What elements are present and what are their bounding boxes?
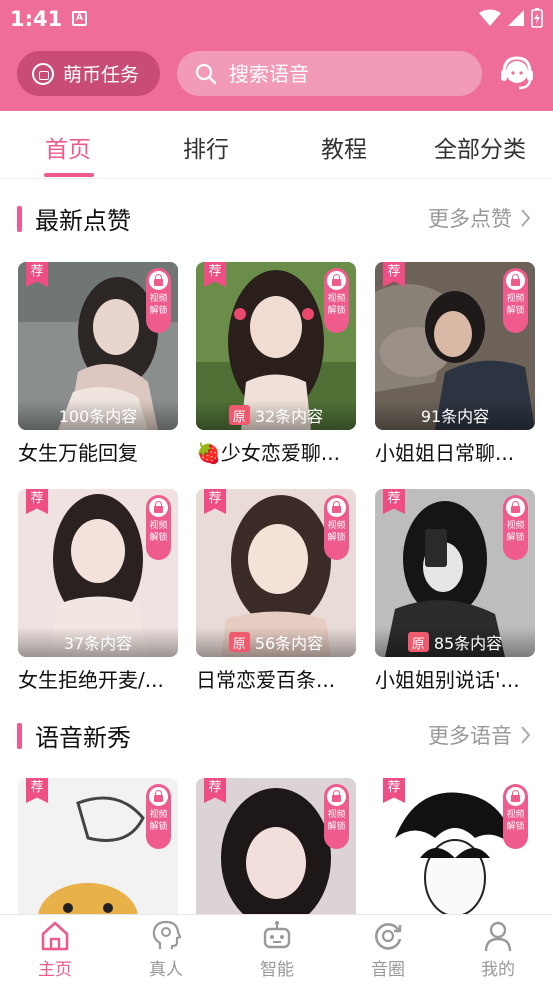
tab-home[interactable]: 首页 <box>45 130 91 164</box>
original-badge: 原 <box>228 405 250 425</box>
search-input[interactable] <box>229 61 469 86</box>
coin-task-button[interactable]: 萌币任务 <box>17 51 160 96</box>
search-bar[interactable] <box>177 51 482 96</box>
content-count: 原 32条内容 <box>196 400 356 430</box>
nav-real-person[interactable]: 真人 <box>126 919 206 980</box>
more-label: 更多点赞 <box>428 207 512 231</box>
status-icons <box>479 8 543 28</box>
video-unlock-badge: 视频 解锁 <box>503 784 528 849</box>
video-unlock-badge: 视频 解锁 <box>146 495 171 560</box>
section-new-voices-header: 语音新秀 更多语音 <box>0 716 553 756</box>
lock-icon <box>327 498 346 517</box>
voice-pack-card[interactable]: 荐 视频 解锁 原 32条内容 🍓少女恋爱聊... <box>196 262 356 466</box>
card-thumbnail: 荐 视频 解锁 原 32条内容 <box>196 262 356 430</box>
lock-icon <box>149 271 168 290</box>
card-title: 小姐姐别说话'... <box>375 668 520 692</box>
signal-icon <box>508 10 524 26</box>
nav-label: 真人 <box>149 960 183 980</box>
tab-ranking[interactable]: 排行 <box>183 130 229 164</box>
voice-pack-card[interactable]: 荐 视频 解锁 37条内容 女生拒绝开麦/... <box>18 489 178 693</box>
content-count: 37条内容 <box>18 627 178 657</box>
card-thumbnail: 荐 视频 解锁 37条内容 <box>18 489 178 657</box>
card-thumbnail: 荐 视频 解锁 原 56条内容 <box>196 489 356 657</box>
video-unlock-badge: 视频 解锁 <box>324 784 349 849</box>
lock-icon <box>149 787 168 806</box>
search-icon <box>195 63 217 84</box>
card-title: 日常恋爱百条... <box>196 668 336 692</box>
nav-voice-circle[interactable]: 音圈 <box>348 919 428 980</box>
lock-icon <box>327 787 346 806</box>
tab-tutorial[interactable]: 教程 <box>321 130 367 164</box>
more-label: 更多语音 <box>428 724 512 748</box>
section-accent-bar <box>17 206 22 232</box>
lock-icon <box>506 498 525 517</box>
nav-mine[interactable]: 我的 <box>458 919 538 980</box>
voice-pack-card[interactable]: 荐 视频 解锁 原 56条内容 日常恋爱百条... <box>196 489 356 693</box>
customer-service-headset-icon[interactable] <box>499 54 535 92</box>
card-title: 女生万能回复 <box>18 441 138 465</box>
section-accent-bar <box>17 723 22 749</box>
card-title: 🍓少女恋爱聊... <box>196 441 340 465</box>
person-head-icon <box>152 920 182 949</box>
more-voices-link[interactable]: 更多语音 <box>428 720 531 750</box>
card-title: 女生拒绝开麦/... <box>18 668 164 692</box>
content-count: 原 56条内容 <box>196 627 356 657</box>
section-title: 最新点赞 <box>35 207 131 235</box>
circle-refresh-icon <box>375 923 402 950</box>
card-title: 小姐姐日常聊... <box>375 441 515 465</box>
nav-label: 主页 <box>38 960 72 980</box>
nav-label: 音圈 <box>371 960 405 980</box>
home-icon <box>41 921 69 951</box>
section-latest-likes-header: 最新点赞 更多点赞 <box>0 199 553 239</box>
video-unlock-badge: 视频 解锁 <box>503 268 528 333</box>
video-unlock-badge: 视频 解锁 <box>146 784 171 849</box>
video-unlock-badge: 视频 解锁 <box>146 268 171 333</box>
robot-icon <box>263 921 291 949</box>
lock-icon <box>327 271 346 290</box>
nav-smart[interactable]: 智能 <box>237 919 317 980</box>
video-unlock-badge: 视频 解锁 <box>503 495 528 560</box>
content-count: 100条内容 <box>18 400 178 430</box>
chevron-right-icon <box>521 209 531 227</box>
lock-icon <box>506 787 525 806</box>
coin-icon <box>32 62 54 85</box>
more-likes-link[interactable]: 更多点赞 <box>428 203 531 233</box>
wifi-icon <box>479 9 501 26</box>
lock-icon <box>149 498 168 517</box>
nav-label: 智能 <box>260 960 294 980</box>
video-unlock-badge: 视频 解锁 <box>324 268 349 333</box>
top-tabs: 首页 排行 教程 全部分类 <box>0 111 553 179</box>
card-thumbnail: 荐 视频 解锁 100条内容 <box>18 262 178 430</box>
header: 1:41 A 萌币任务 <box>0 0 553 111</box>
card-thumbnail: 荐 视频 解锁 91条内容 <box>375 262 535 430</box>
original-badge: 原 <box>228 632 250 652</box>
voice-pack-card[interactable]: 荐 视频 解锁 原 85条内容 小姐姐别说话'... <box>375 489 535 693</box>
lock-icon <box>506 271 525 290</box>
status-time: 1:41 <box>10 7 63 31</box>
coin-task-label: 萌币任务 <box>63 64 140 86</box>
active-tab-indicator <box>44 173 94 177</box>
voice-pack-card[interactable]: 荐 视频 解锁 100条内容 女生万能回复 <box>18 262 178 466</box>
voice-pack-card[interactable]: 荐 视频 解锁 91条内容 小姐姐日常聊... <box>375 262 535 466</box>
bottom-navigation: 主页 真人 智能 音圈 我的 <box>0 914 553 984</box>
chevron-right-icon <box>521 726 531 744</box>
nav-label: 我的 <box>481 960 515 980</box>
nav-home[interactable]: 主页 <box>15 919 95 980</box>
video-unlock-badge: 视频 解锁 <box>324 495 349 560</box>
battery-icon <box>531 8 543 28</box>
tab-all-categories[interactable]: 全部分类 <box>434 130 526 164</box>
original-badge: 原 <box>407 632 429 652</box>
section-title: 语音新秀 <box>35 724 131 752</box>
card-thumbnail: 荐 视频 解锁 原 85条内容 <box>375 489 535 657</box>
user-icon <box>484 921 512 952</box>
content-count: 原 85条内容 <box>375 627 535 657</box>
app-notification-icon: A <box>72 11 87 26</box>
content-count: 91条内容 <box>375 400 535 430</box>
status-bar: 1:41 A <box>0 0 553 38</box>
